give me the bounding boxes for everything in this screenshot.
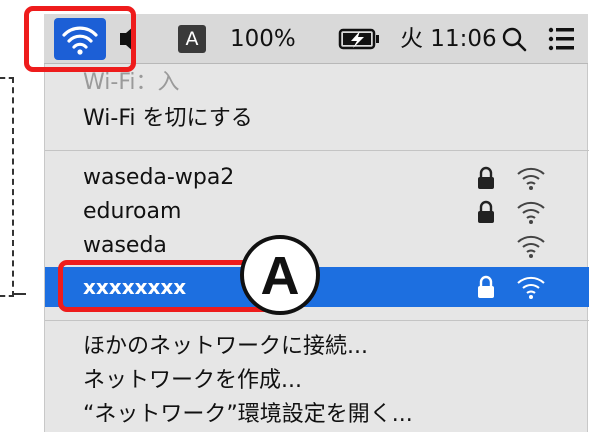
menu-separator bbox=[45, 320, 589, 321]
battery-percent[interactable]: 100% bbox=[230, 14, 296, 64]
annotation-badge-a: A bbox=[240, 235, 320, 315]
join-other-network-item[interactable]: ほかのネットワークに接続... bbox=[45, 330, 589, 364]
wifi-signal-icon bbox=[517, 235, 545, 258]
clock[interactable]: 火 11:06 bbox=[400, 14, 497, 64]
lock-icon bbox=[478, 166, 494, 189]
lock-icon bbox=[478, 200, 494, 223]
wifi-icon-callout bbox=[24, 6, 136, 72]
wifi-dropdown-menu: Wi-Fi：入 Wi-Fi を切にする waseda-wpa2 eduroam bbox=[44, 64, 589, 432]
spotlight-search-icon[interactable] bbox=[502, 14, 528, 64]
menu-separator bbox=[45, 150, 589, 151]
battery-charging-icon[interactable] bbox=[338, 14, 382, 64]
input-source-indicator[interactable]: A bbox=[178, 25, 206, 53]
open-network-preferences-item[interactable]: “ネットワーク”環境設定を開く... bbox=[45, 398, 589, 432]
lock-icon bbox=[478, 275, 494, 298]
network-item-eduroam[interactable]: eduroam bbox=[45, 195, 589, 229]
wifi-signal-icon bbox=[517, 167, 545, 190]
network-item-waseda-wpa2[interactable]: waseda-wpa2 bbox=[45, 161, 589, 195]
notification-center-icon[interactable] bbox=[548, 14, 576, 64]
wifi-signal-icon bbox=[517, 276, 545, 299]
dashed-bracket-tail bbox=[14, 293, 26, 295]
wifi-signal-icon bbox=[517, 201, 545, 224]
create-network-item[interactable]: ネットワークを作成... bbox=[45, 364, 589, 398]
network-item-waseda[interactable]: waseda bbox=[45, 229, 589, 263]
wifi-toggle-item[interactable]: Wi-Fi を切にする bbox=[45, 102, 589, 136]
dashed-bracket bbox=[0, 77, 14, 297]
